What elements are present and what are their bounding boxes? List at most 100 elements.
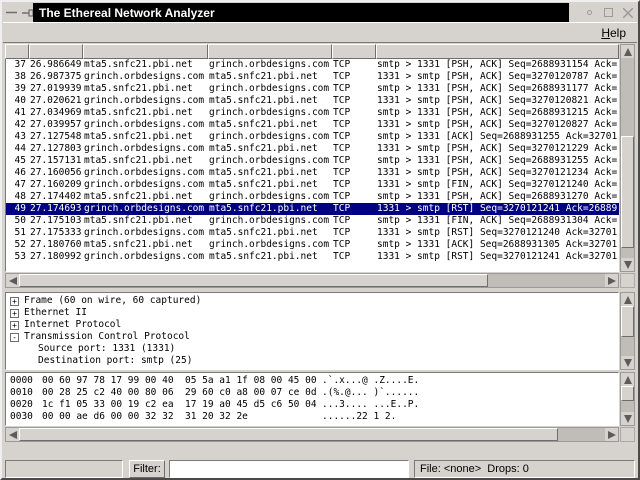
maximize-button[interactable] — [601, 5, 616, 20]
cell-no: 41 — [6, 107, 30, 119]
cell-destination: mta5.snfc21.pbi.net — [209, 71, 333, 83]
scroll-left-button[interactable] — [6, 274, 19, 287]
scroll-thumb[interactable] — [621, 386, 634, 401]
menu-items — [3, 31, 113, 35]
filter-button[interactable]: Filter: — [129, 460, 165, 478]
packet-row[interactable]: 51 27.175333 grinch.orbdesigns.com mta5.… — [6, 227, 619, 239]
tree-expander-icon[interactable]: + — [10, 321, 19, 330]
cell-no: 37 — [6, 59, 30, 71]
column-header[interactable] — [376, 44, 619, 59]
menu-item[interactable] — [25, 31, 47, 35]
packet-row[interactable]: 38 26.987375 grinch.orbdesigns.com mta5.… — [6, 71, 619, 83]
packet-vscrollbar[interactable] — [620, 44, 635, 272]
cell-source: mta5.snfc21.pbi.net — [84, 215, 209, 227]
column-header[interactable] — [5, 44, 29, 59]
menu-help[interactable]: Help — [590, 24, 637, 42]
packet-row[interactable]: 46 27.160056 grinch.orbdesigns.com mta5.… — [6, 167, 619, 179]
scroll-track[interactable] — [19, 428, 605, 441]
hex-hscrollbar[interactable] — [5, 427, 619, 442]
iconify-button[interactable] — [582, 5, 597, 20]
column-header[interactable] — [208, 44, 332, 59]
packet-rows: 37 26.986649 mta5.snfc21.pbi.net grinch.… — [5, 59, 619, 272]
cell-destination: mta5.snfc21.pbi.net — [209, 167, 333, 179]
packet-row[interactable]: 53 27.180992 grinch.orbdesigns.com mta5.… — [6, 251, 619, 263]
cell-source: mta5.snfc21.pbi.net — [84, 239, 209, 251]
arrow-left-icon — [9, 431, 17, 439]
cell-info: 1331 > smtp [PSH, ACK] Seq=3270121234 Ac… — [377, 167, 619, 179]
scroll-track[interactable] — [621, 386, 634, 412]
cell-destination: grinch.orbdesigns.com — [209, 239, 333, 251]
filter-input[interactable] — [169, 460, 409, 478]
cell-info: 1331 > smtp [PSH, ACK] Seq=3270120821 Ac… — [377, 95, 619, 107]
packet-row[interactable]: 45 27.157131 mta5.snfc21.pbi.net grinch.… — [6, 155, 619, 167]
packet-row[interactable]: 42 27.039957 grinch.orbdesigns.com mta5.… — [6, 119, 619, 131]
cell-protocol: TCP — [333, 155, 377, 167]
scroll-right-button[interactable] — [605, 274, 618, 287]
scroll-thumb[interactable] — [19, 428, 558, 441]
titlebar[interactable]: The Ethereal Network Analyzer — [3, 3, 637, 22]
scroll-right-button[interactable] — [605, 428, 618, 441]
scroll-thumb[interactable] — [621, 306, 634, 337]
column-header[interactable] — [83, 44, 208, 59]
cell-source: mta5.snfc21.pbi.net — [84, 191, 209, 203]
scroll-left-button[interactable] — [6, 428, 19, 441]
hex-row[interactable]: 0020 1c f1 05 33 00 19 c2 ea 17 19 a0 45… — [8, 399, 618, 411]
column-header[interactable] — [332, 44, 376, 59]
filter-bar: Filter: File: <none> Drops: 0 — [5, 459, 635, 479]
tree-expander-icon[interactable]: - — [10, 333, 19, 342]
scroll-track[interactable] — [621, 58, 634, 258]
tree-expander-icon[interactable]: + — [10, 309, 19, 318]
scroll-thumb[interactable] — [19, 274, 488, 287]
packet-row[interactable]: 44 27.127803 grinch.orbdesigns.com mta5.… — [6, 143, 619, 155]
scroll-down-button[interactable] — [621, 412, 634, 425]
packet-row[interactable]: 37 26.986649 mta5.snfc21.pbi.net grinch.… — [6, 59, 619, 71]
shade-button[interactable] — [5, 6, 18, 19]
scroll-up-button[interactable] — [621, 293, 634, 306]
packet-hscrollbar[interactable] — [5, 273, 619, 288]
cell-time: 27.175103 — [30, 215, 84, 227]
tree-item[interactable]: Destination port: smtp (25) — [8, 355, 618, 367]
packet-row[interactable]: 43 27.127548 mta5.snfc21.pbi.net grinch.… — [6, 131, 619, 143]
menu-item[interactable] — [47, 31, 69, 35]
tree-expander-icon[interactable]: + — [10, 297, 19, 306]
scroll-track[interactable] — [19, 274, 605, 287]
packet-row[interactable]: 49 27.174693 grinch.orbdesigns.com mta5.… — [6, 203, 619, 215]
tree-item[interactable]: + Internet Protocol — [8, 319, 618, 331]
scroll-thumb[interactable] — [621, 136, 634, 248]
window-title: The Ethereal Network Analyzer — [33, 3, 569, 22]
tree-vscrollbar[interactable] — [620, 292, 635, 370]
hex-row[interactable]: 0030 00 00 ae d6 00 00 32 32 31 20 32 2e… — [8, 411, 618, 423]
packet-row[interactable]: 50 27.175103 mta5.snfc21.pbi.net grinch.… — [6, 215, 619, 227]
menu-item[interactable] — [91, 31, 113, 35]
hex-row[interactable]: 0000 00 60 97 78 17 99 00 40 05 5a a1 1f… — [8, 375, 618, 387]
packet-row[interactable]: 41 27.034969 mta5.snfc21.pbi.net grinch.… — [6, 107, 619, 119]
scroll-down-button[interactable] — [621, 356, 634, 369]
tree-item[interactable]: - Transmission Control Protocol — [8, 331, 618, 343]
packet-row[interactable]: 47 27.160209 grinch.orbdesigns.com mta5.… — [6, 179, 619, 191]
scroll-track[interactable] — [621, 306, 634, 356]
tree-item[interactable]: Source port: 1331 (1331) — [8, 343, 618, 355]
hex-rows: 0000 00 60 97 78 17 99 00 40 05 5a a1 1f… — [5, 372, 619, 426]
packet-row[interactable]: 39 27.019939 mta5.snfc21.pbi.net grinch.… — [6, 83, 619, 95]
scroll-up-button[interactable] — [621, 373, 634, 386]
arrow-down-icon — [624, 415, 632, 423]
dot-icon — [587, 10, 592, 15]
menu-item[interactable] — [3, 31, 25, 35]
status-empty-panel — [5, 460, 123, 478]
cell-info: 1331 > smtp [FIN, ACK] Seq=3270121240 Ac… — [377, 179, 619, 191]
cell-time: 27.160209 — [30, 179, 84, 191]
packet-list-pane: 37 26.986649 mta5.snfc21.pbi.net grinch.… — [5, 44, 635, 288]
cell-info: 1331 > smtp [RST] Seq=3270121241 Ack=268… — [377, 203, 619, 215]
packet-row[interactable]: 40 27.020621 grinch.orbdesigns.com mta5.… — [6, 95, 619, 107]
packet-row[interactable]: 52 27.180760 mta5.snfc21.pbi.net grinch.… — [6, 239, 619, 251]
packet-row[interactable]: 48 27.174402 mta5.snfc21.pbi.net grinch.… — [6, 191, 619, 203]
tree-item[interactable]: + Ethernet II — [8, 307, 618, 319]
menu-item[interactable] — [69, 31, 91, 35]
column-header[interactable] — [29, 44, 83, 59]
hex-vscrollbar[interactable] — [620, 372, 635, 426]
tree-item[interactable]: + Frame (60 on wire, 60 captured) — [8, 295, 618, 307]
scroll-down-button[interactable] — [621, 258, 634, 271]
hex-row[interactable]: 0010 00 28 25 c2 40 00 80 06 29 60 c0 a8… — [8, 387, 618, 399]
close-button[interactable] — [620, 5, 635, 20]
scroll-up-button[interactable] — [621, 45, 634, 58]
